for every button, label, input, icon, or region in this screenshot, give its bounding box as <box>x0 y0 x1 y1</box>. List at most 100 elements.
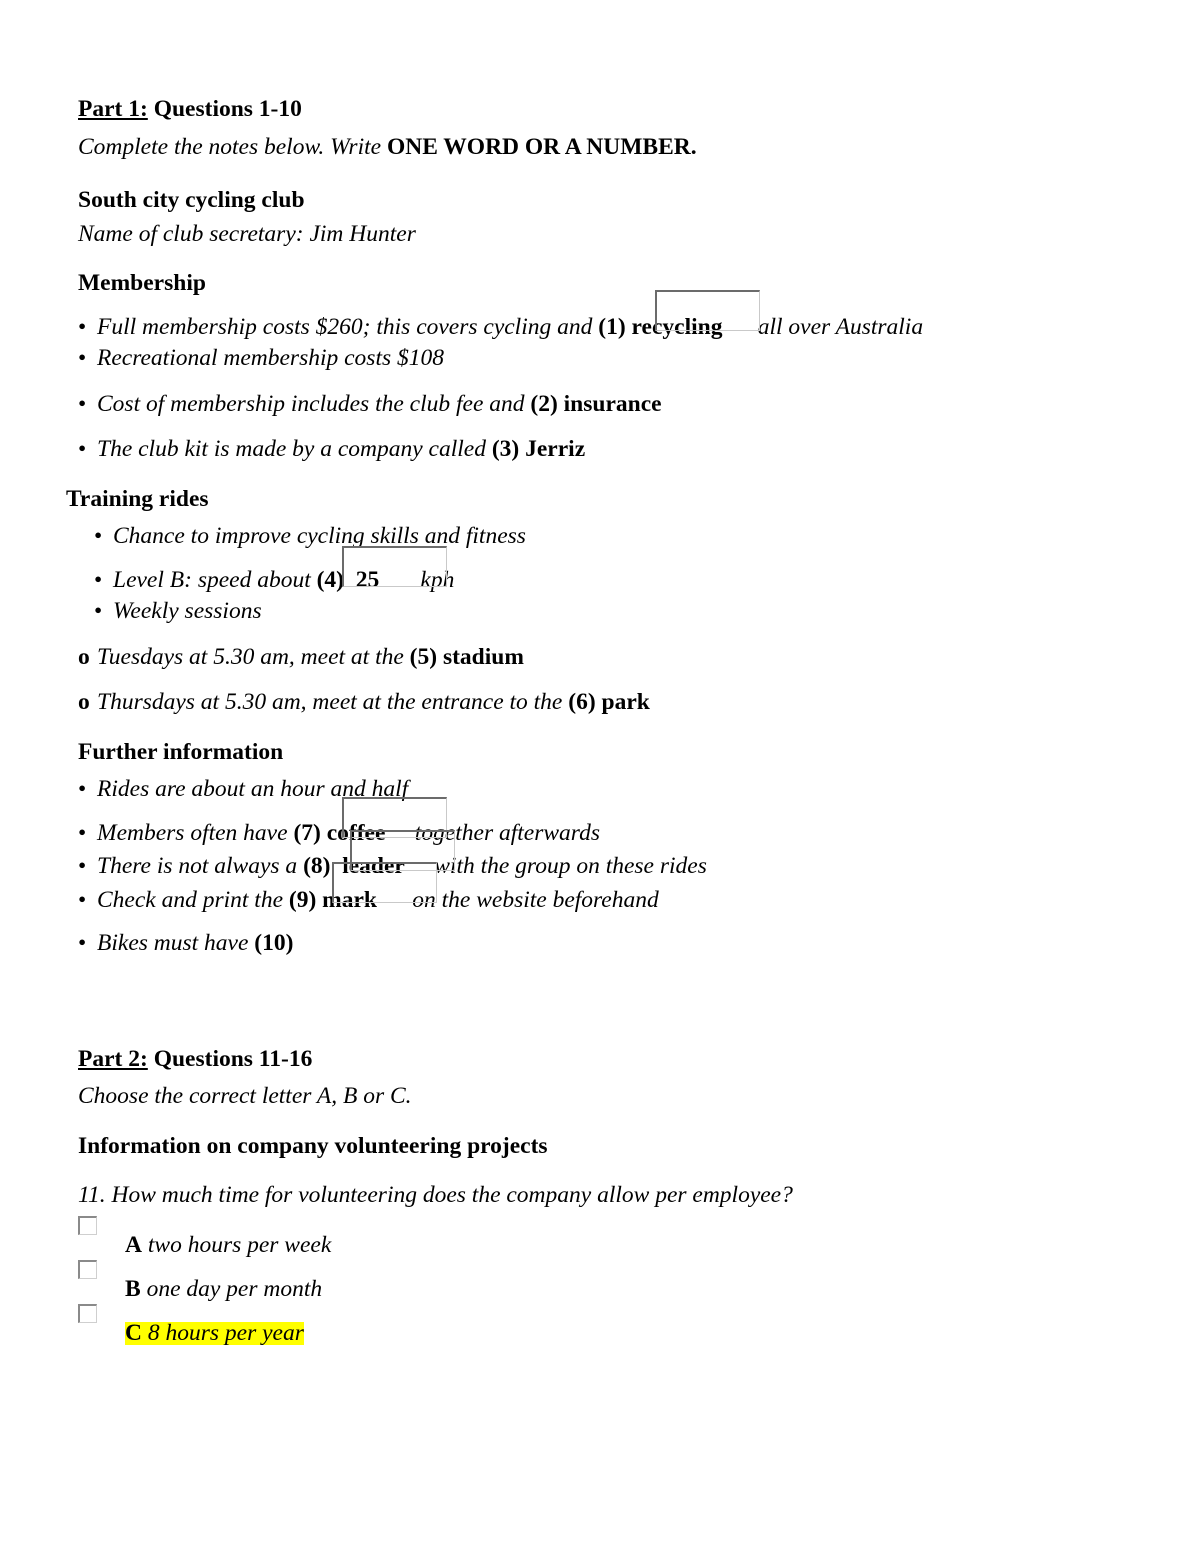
checkbox-icon-a[interactable] <box>78 1215 97 1235</box>
item-text-pre: Thursdays at 5.30 am, meet at the entran… <box>97 689 569 715</box>
sub-bullet-icon: o <box>78 643 90 670</box>
item-text-pre: Members often have <box>97 819 294 846</box>
part2-instruction: Choose the correct letter A, B or C. <box>78 1083 412 1109</box>
bullet-icon: • <box>78 819 87 846</box>
list-item: • Level B: speed about (4) 25 kph <box>94 545 1118 593</box>
question-number: (3) <box>491 436 520 462</box>
item-text-pre: Tuesdays at 5.30 am, meet at the <box>97 643 410 670</box>
bullet-icon: • <box>78 886 87 913</box>
further-information-heading: Further information <box>78 738 284 765</box>
answer-text: Jerriz <box>525 436 586 462</box>
item-text-pre: Chance to improve cycling skills and fit… <box>113 523 526 549</box>
item-text-pre: Full membership costs $260; this covers … <box>97 313 599 340</box>
option-row-a[interactable]: A two hours per week <box>78 1215 1118 1260</box>
answer-text: insurance <box>563 390 662 417</box>
question-number: (1) <box>598 313 626 340</box>
bullet-icon: • <box>78 436 87 462</box>
option-letter-c: C <box>125 1319 142 1346</box>
item-text-pre: Cost of membership includes the club fee… <box>97 390 531 417</box>
question-11-text: 11. How much time for volunteering does … <box>78 1182 1118 1208</box>
answer-text: park <box>601 689 650 715</box>
question-11-body: How much time for volunteering does the … <box>105 1182 793 1208</box>
list-item: o Tuesdays at 5.30 am, meet at the (5) st… <box>78 643 1118 670</box>
question-number: (9) <box>288 886 317 913</box>
question-number: (2) <box>530 390 558 417</box>
part1-heading: Part 1: Questions 1-10 <box>78 96 1118 122</box>
answer-box-1[interactable] <box>655 289 760 331</box>
part2-questions-range: Questions 11-16 <box>153 1045 313 1072</box>
item-text-post: on the website beforehand <box>406 886 659 913</box>
question-number: (10) <box>254 930 294 956</box>
option-label-b: B one day per month <box>125 1275 323 1302</box>
part1-instruction-bold: ONE WORD OR A NUMBER. <box>386 133 697 160</box>
document-page: Part 1: Questions 1-10 Complete the note… <box>0 0 1200 1553</box>
checkbox-icon-b[interactable] <box>78 1259 97 1279</box>
part1-instruction-italic: Complete the notes below. Write <box>78 133 387 160</box>
part2-topic-title: Information on company volunteering proj… <box>78 1132 548 1159</box>
item-text-post: all over Australia <box>751 313 924 340</box>
list-item: • Members often have (7) coffee together … <box>78 796 1118 846</box>
bullet-icon: • <box>78 853 87 879</box>
item-text-pre: There is not always a <box>97 853 304 879</box>
checkbox-icon-c[interactable] <box>78 1303 97 1323</box>
list-item: o Thursdays at 5.30 am, meet at the entra… <box>78 689 1118 715</box>
item-text-pre: The club kit is made by a company called <box>97 436 492 462</box>
document-content: Part 1: Questions 1-10 Complete the note… <box>66 96 1118 1348</box>
bullet-icon: • <box>94 523 103 549</box>
list-item: • Chance to improve cycling skills and fi… <box>94 523 1118 549</box>
list-item: • Rides are about an hour and half <box>78 776 1118 802</box>
option-text-c: 8 hours per year <box>141 1319 304 1346</box>
option-letter-b: B <box>125 1275 141 1302</box>
training-rides-heading: Training rides <box>66 485 209 512</box>
list-item: • Weekly sessions <box>94 598 1118 624</box>
option-label-c: C 8 hours per year <box>125 1319 304 1346</box>
answer-box-9[interactable] <box>332 861 437 903</box>
bullet-icon: • <box>94 598 103 624</box>
item-text-pre: Bikes must have <box>97 930 255 956</box>
question-number: (4) <box>316 566 345 593</box>
list-item: • Cost of membership includes the club fe… <box>78 390 1118 417</box>
option-text-b: one day per month <box>140 1275 323 1302</box>
list-item: • Check and print the (9) mark on the web… <box>78 861 1118 913</box>
bullet-icon: • <box>78 345 87 371</box>
item-text-pre: Level B: speed about <box>113 566 317 593</box>
question-number: (6) <box>568 689 596 715</box>
bullet-icon: • <box>78 776 87 802</box>
question-number: (7) <box>293 819 321 846</box>
part2-label: Part 2: <box>78 1045 148 1072</box>
list-item: • There is not always a (8) leader with t… <box>78 830 1118 879</box>
answer-text: stadium <box>442 643 524 670</box>
item-text-pre: Recreational membership costs $108 <box>97 345 445 371</box>
answer-box-4[interactable] <box>342 545 447 587</box>
bullet-icon: • <box>78 390 87 417</box>
bullet-icon: • <box>94 566 103 593</box>
club-secretary-line: Name of club secretary: Jim Hunter <box>78 220 416 247</box>
list-item: • Bikes must have (10) <box>78 930 1118 956</box>
list-item: • The club kit is made by a company calle… <box>78 436 1118 462</box>
option-row-b[interactable]: B one day per month <box>78 1259 1118 1304</box>
option-label-a: A two hours per week <box>125 1233 331 1258</box>
item-text-pre: Weekly sessions <box>113 598 262 624</box>
part1-topic-title: South city cycling club <box>78 187 305 213</box>
part1-instruction: Complete the notes below. Write ONE WORD… <box>78 133 1118 160</box>
bullet-icon: • <box>78 930 87 956</box>
part1-label: Part 1: <box>78 96 148 122</box>
list-item: • Full membership costs $260; this covers… <box>78 289 1118 340</box>
question-number: (5) <box>409 643 438 670</box>
part2-heading: Part 2: Questions 11-16 <box>78 1045 1118 1072</box>
option-row-c[interactable]: C 8 hours per year <box>78 1303 1118 1348</box>
